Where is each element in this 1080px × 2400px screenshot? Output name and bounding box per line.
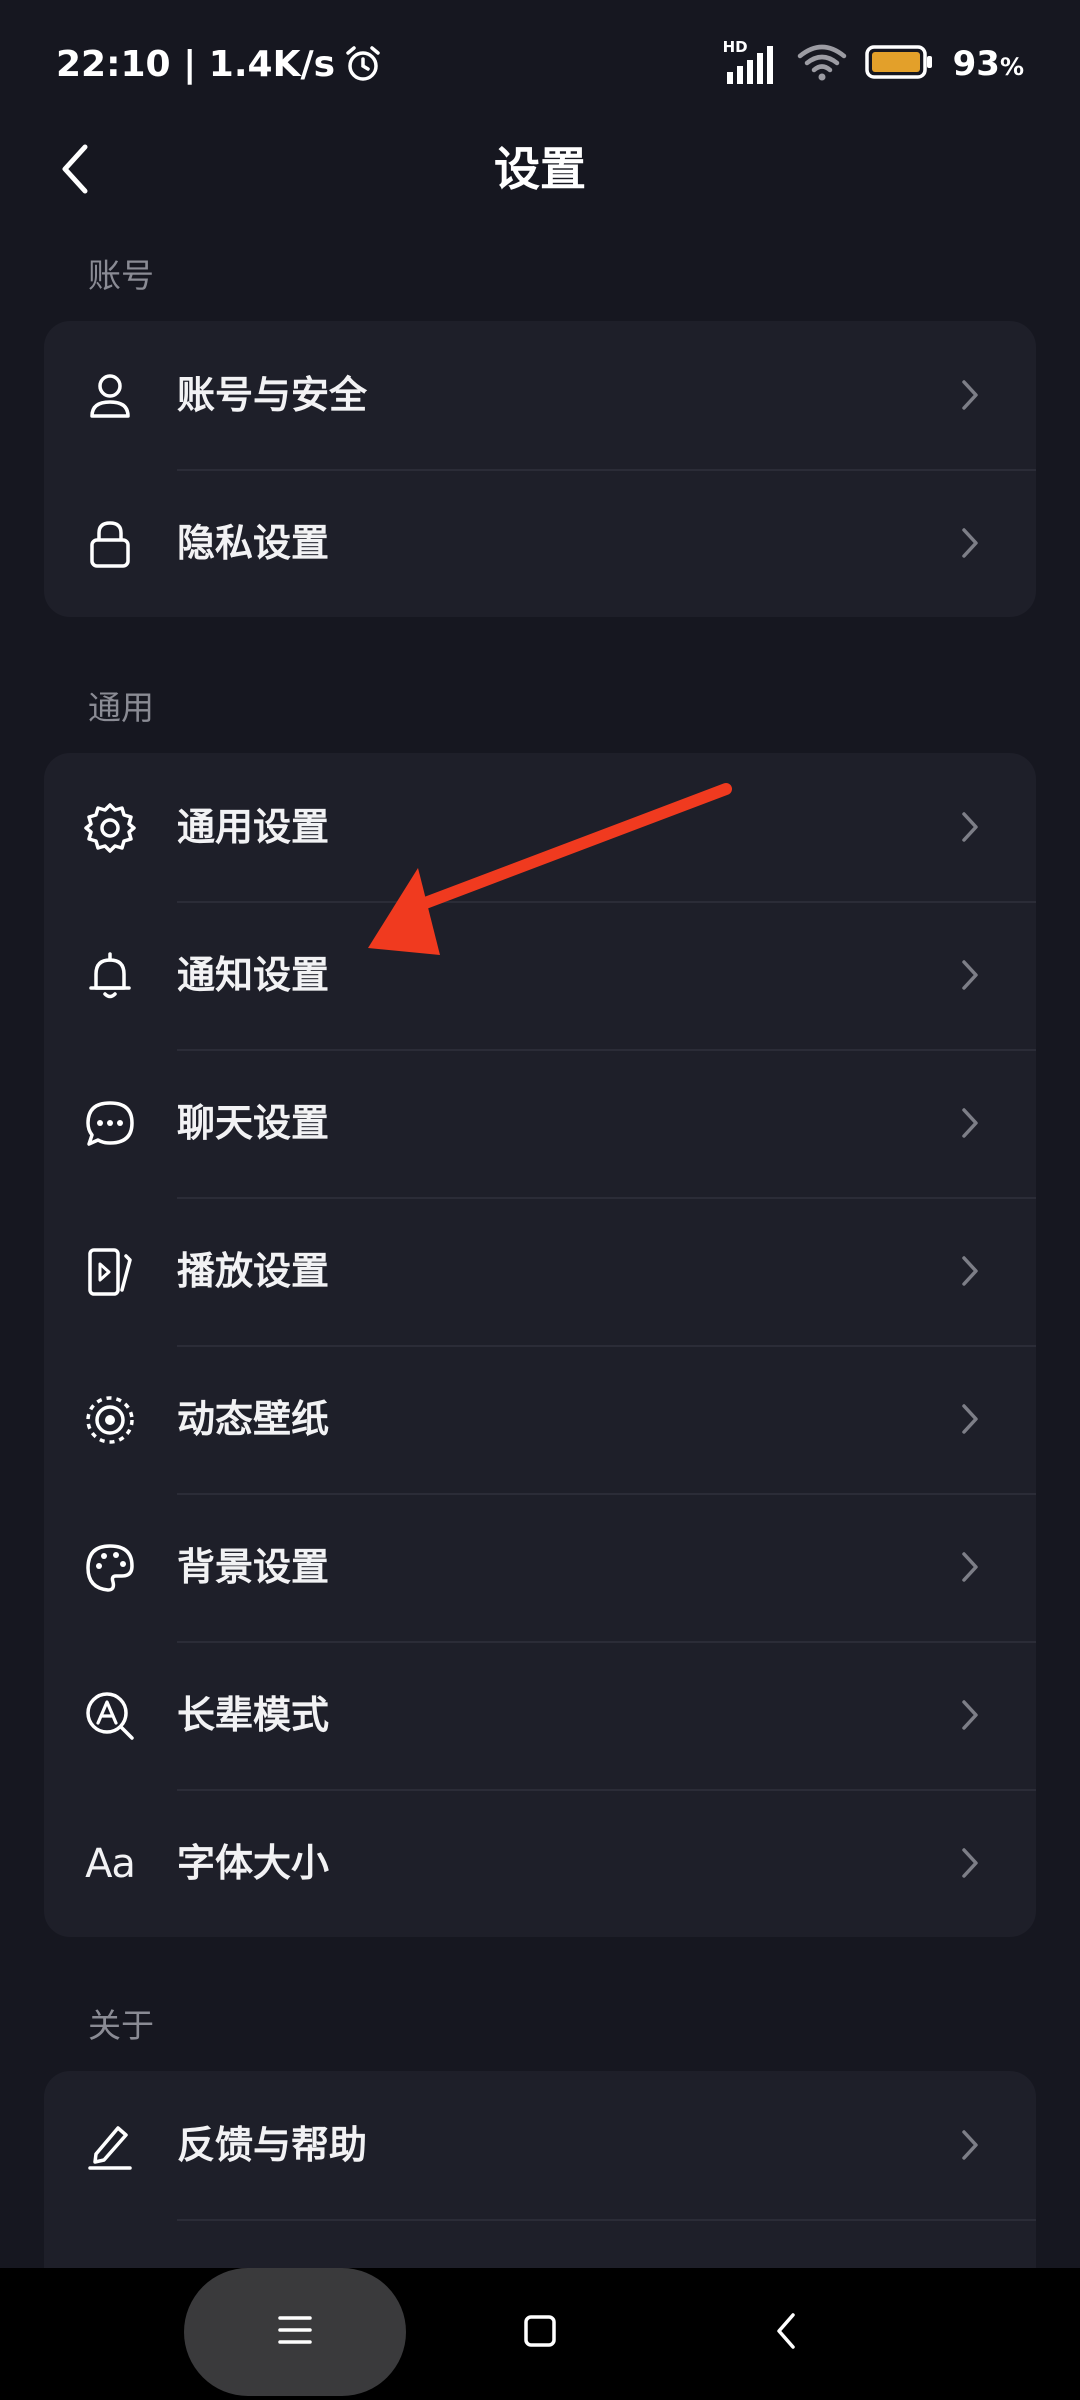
- bell-icon: [84, 950, 136, 1002]
- settings-item-label: 通知设置: [177, 953, 330, 997]
- chevron-right-icon: [952, 809, 988, 845]
- settings-item-chat[interactable]: 聊天设置: [44, 1049, 1036, 1197]
- settings-item-live-wallpaper[interactable]: 动态壁纸: [44, 1345, 1036, 1493]
- battery-icon: [864, 44, 935, 84]
- chevron-right-icon: [952, 1401, 988, 1437]
- edit-icon: [84, 2120, 136, 2172]
- chat-icon: [84, 1098, 136, 1150]
- back-triangle-icon: [771, 2309, 801, 2357]
- settings-item-label: 聊天设置: [177, 1101, 330, 1145]
- settings-item-label: 长辈模式: [177, 1693, 330, 1737]
- status-left: 22:10 | 1.4K/s: [56, 36, 383, 92]
- chevron-right-icon: [952, 2127, 988, 2163]
- chevron-right-icon: [952, 1105, 988, 1141]
- home-square-icon: [522, 2313, 558, 2353]
- settings-item-privacy[interactable]: 隐私设置: [44, 469, 1036, 617]
- header: 设置: [0, 126, 1080, 212]
- card-account: 账号与安全 隐私设置: [44, 321, 1036, 617]
- nav-menu-button[interactable]: [184, 2268, 406, 2396]
- settings-item-general[interactable]: 通用设置: [44, 753, 1036, 901]
- settings-item-playback[interactable]: 播放设置: [44, 1197, 1036, 1345]
- page-title: 设置: [494, 142, 586, 196]
- section-label-about: 关于: [88, 2006, 154, 2045]
- chevron-right-icon: [952, 525, 988, 561]
- settings-item-label: 隐私设置: [177, 521, 330, 565]
- settings-item-label: 播放设置: [177, 1249, 330, 1293]
- settings-screen: 22:10 | 1.4K/s HD 93% 设置 账号 账号与安全 隐私设置 通…: [0, 0, 1080, 2400]
- lock-icon: [84, 518, 136, 570]
- navigation-bar: [0, 2268, 1080, 2400]
- settings-item-account-security[interactable]: 账号与安全: [44, 321, 1036, 469]
- chevron-right-icon: [952, 1845, 988, 1881]
- font-size-icon-text: Aa: [85, 1841, 136, 1887]
- gear-icon: [84, 802, 136, 854]
- settings-item-background[interactable]: 背景设置: [44, 1493, 1036, 1641]
- settings-item-elder-mode[interactable]: 长辈模式: [44, 1641, 1036, 1789]
- settings-item-font-size[interactable]: Aa 字体大小: [44, 1789, 1036, 1937]
- nav-home-button[interactable]: [510, 2298, 570, 2368]
- section-label-general: 通用: [88, 688, 154, 727]
- settings-item-label: 字体大小: [177, 1841, 330, 1885]
- settings-item-label: 通用设置: [177, 805, 330, 849]
- card-general: 通用设置 通知设置 聊天设置 播放设置 动态壁纸 背景设置 长辈模式 Aa 字体…: [44, 753, 1036, 1937]
- palette-icon: [84, 1542, 136, 1594]
- status-right: HD 93%: [723, 36, 1024, 92]
- chevron-right-icon: [952, 1549, 988, 1585]
- settings-item-label: 背景设置: [177, 1545, 330, 1589]
- chevron-right-icon: [952, 1697, 988, 1733]
- user-icon: [84, 370, 136, 422]
- settings-item-label: 动态壁纸: [177, 1397, 330, 1441]
- wifi-icon: [797, 42, 847, 86]
- chevron-right-icon: [952, 377, 988, 413]
- font-size-icon: Aa: [84, 1838, 136, 1890]
- status-time-speed: 22:10 | 1.4K/s: [56, 43, 336, 85]
- settings-item-label: 账号与安全: [177, 373, 368, 417]
- play-icon: [84, 1246, 136, 1298]
- signal-icon: HD: [723, 38, 779, 86]
- settings-item-feedback[interactable]: 反馈与帮助: [44, 2071, 1036, 2219]
- battery-percent-sign: %: [999, 53, 1024, 81]
- chevron-right-icon: [952, 1253, 988, 1289]
- status-bar: 22:10 | 1.4K/s HD 93%: [0, 0, 1080, 126]
- menu-icon: [277, 2313, 313, 2351]
- chevron-right-icon: [952, 957, 988, 993]
- alarm-icon: [343, 44, 383, 84]
- settings-item-label: 反馈与帮助: [177, 2123, 368, 2167]
- section-label-account: 账号: [88, 256, 154, 295]
- settings-item-notification[interactable]: 通知设置: [44, 901, 1036, 1049]
- battery-percent-value: 93: [952, 44, 1000, 84]
- live-wallpaper-icon: [84, 1394, 136, 1446]
- battery-percent: 93%: [953, 44, 1024, 84]
- nav-back-button[interactable]: [756, 2298, 816, 2368]
- elder-mode-icon: [84, 1690, 136, 1742]
